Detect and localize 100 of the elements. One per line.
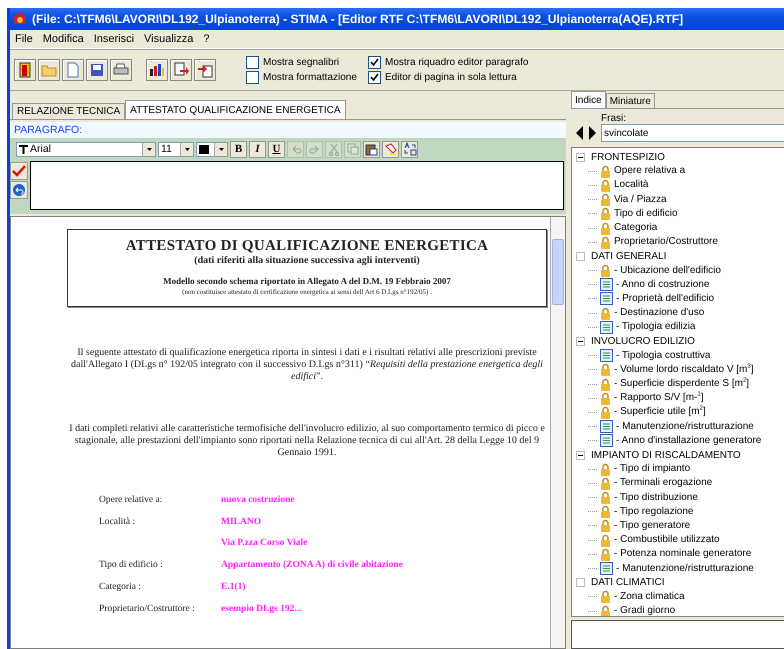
tree-item[interactable]: Proprietario/Costruttore — [576, 235, 784, 250]
tree-item[interactable]: Categoria — [576, 220, 784, 236]
menu-item[interactable]: File — [10, 33, 38, 45]
printer-icon — [113, 63, 129, 77]
tree-item[interactable]: - Proprietà dell'edificio — [576, 292, 784, 306]
tree-group[interactable]: IMPIANTO DI RISCALDAMENTO — [576, 448, 784, 462]
document-arrow-icon — [197, 62, 213, 78]
checkbox[interactable]: Mostra riquadro editor paragrafo — [368, 56, 528, 69]
tree-item[interactable]: - Gradi giorno — [576, 604, 784, 616]
tree-item[interactable]: - Tipologia edilizia — [576, 320, 784, 334]
tab[interactable]: Miniature — [606, 93, 655, 108]
dropdown-arrow-icon — [184, 148, 190, 150]
font-select[interactable]: Arial — [16, 142, 156, 156]
scissors-icon — [328, 142, 338, 156]
text-document-icon — [600, 278, 613, 292]
checkbox[interactable]: Mostra formattazione — [246, 71, 357, 84]
phrases-field[interactable]: svincolate — [601, 124, 784, 142]
document-subtitle: (dati riferiti alla situazione successiva agli interventi) — [193, 255, 421, 266]
style-button[interactable]: I — [249, 140, 266, 158]
format-button[interactable] — [382, 140, 399, 158]
tree-item[interactable]: - Potenza nominale generatore — [576, 547, 784, 562]
confirm-button[interactable] — [10, 162, 28, 180]
tree-item[interactable]: - Manutenzione/ristrutturazione — [576, 561, 784, 576]
tab[interactable]: Indice — [571, 91, 606, 108]
tree-item[interactable]: - Manutenzione/ristrutturazione — [576, 420, 784, 434]
tree-item[interactable]: - Tipo generatore — [576, 518, 784, 534]
color-select[interactable] — [196, 142, 228, 156]
field-label: Proprietario/Costruttore : — [99, 604, 196, 614]
menu-item[interactable]: Modifica — [38, 33, 89, 45]
tree-item[interactable]: - Zona climatica — [576, 590, 784, 604]
text-document-icon — [600, 349, 613, 362]
menu-item[interactable]: ? — [198, 33, 214, 45]
padlock-icon — [600, 264, 611, 278]
tree-item[interactable]: - Combustibile utilizzato — [576, 533, 784, 548]
padlock-icon — [600, 236, 611, 249]
checkbox[interactable]: Editor di pagina in sola lettura — [368, 71, 517, 84]
padlock-icon — [600, 534, 611, 547]
padlock-icon — [600, 505, 611, 518]
tree-group[interactable]: INVOLUCRO EDILIZIO — [576, 334, 784, 349]
style-button[interactable]: U — [268, 140, 285, 158]
paragraph: I dati completi relativi alle caratteristiche termofisiche dell'involucro edilizio, al suo comportamento termico di picco e stagionale, alle prestazioni dell'impianto sono riportati nella Relazione tecnica di cui all'Art. 28 della Legge 10 del 9 Gennaio 1991. — [68, 423, 546, 459]
tree-item[interactable]: Opere relativa a — [576, 164, 784, 178]
tree-item[interactable]: - Ubicazione dell'edificio — [576, 264, 784, 278]
tree-item[interactable]: - Anno di costruzione — [576, 278, 784, 292]
padlock-icon — [600, 491, 611, 504]
scrollbar[interactable] — [550, 217, 565, 648]
clipboard-icon — [365, 142, 378, 156]
style-button[interactable]: B — [230, 140, 247, 158]
dropdown-arrow-icon — [146, 148, 152, 150]
tree-item[interactable]: - Tipologia costruttiva — [576, 348, 784, 363]
tree-item[interactable]: Località — [576, 178, 784, 193]
undo-button[interactable] — [10, 181, 28, 199]
padlock-icon — [600, 306, 611, 320]
tree-item[interactable]: - Tipo di impianto — [576, 462, 784, 476]
field-label: Categoria : — [99, 582, 142, 592]
tree-item[interactable]: Tipo di edificio — [576, 206, 784, 221]
tree-item[interactable]: - Rapporto S/V [m-$^{1}$] — [576, 391, 784, 406]
menu-item[interactable]: Inserisci — [88, 33, 140, 45]
tree-item[interactable]: - Superficie disperdente S [m$^{2}$] — [576, 377, 784, 392]
tree-group[interactable]: FRONTESPIZIO — [576, 150, 784, 164]
model-note: Modello secondo schema riportato in Allegato A del D.M. 19 Febbraio 2007 — [162, 276, 452, 286]
tree-item[interactable]: - Tipo distribuzione — [576, 490, 784, 505]
padlock-icon — [600, 462, 611, 476]
field-label: Località : — [99, 517, 136, 529]
tree-item[interactable]: - Superficie utile [m$^{2}$] — [576, 405, 784, 420]
toolbar-button[interactable] — [86, 59, 108, 81]
text-document-icon — [600, 320, 613, 334]
format-button[interactable] — [401, 140, 418, 158]
tree-group[interactable]: DATI CLIMATICI — [576, 576, 784, 590]
tab[interactable]: ATTESTATO QUALIFICAZIONE ENERGETICA — [125, 100, 346, 119]
field-value: nuova costruzione — [221, 495, 296, 505]
padlock-icon — [600, 378, 611, 391]
highlighter-icon — [384, 142, 397, 156]
left-arrow-icon — [574, 125, 584, 141]
toolbar-button[interactable] — [146, 59, 168, 81]
toolbar-button[interactable] — [14, 59, 36, 81]
toolbar-button[interactable] — [170, 59, 192, 81]
paragraph-editor[interactable] — [30, 161, 564, 210]
tree-item[interactable]: - Terminali erogazione — [576, 476, 784, 490]
next-button[interactable] — [586, 124, 598, 142]
toolbar-button[interactable] — [194, 59, 216, 81]
tab[interactable]: RELAZIONE TECNICA — [12, 103, 126, 119]
size-select[interactable]: 11 — [158, 142, 194, 156]
format-button[interactable] — [363, 140, 380, 158]
padlock-icon — [600, 193, 611, 206]
paragraph: Il seguente attestato di qualificazione energetica riporta in sintesi i dati e i risultati relativi alle prescrizioni previste dall'Allegato I (DLgs n° 192/05 integrato con il successivo D.Lgs n°311) “Requisiti della prestazione energetica degli edifici”. — [70, 347, 544, 383]
tree-item[interactable]: Via / Piazza — [576, 192, 784, 207]
copy-icon — [346, 143, 358, 155]
tree-group[interactable]: DATI GENERALI — [576, 249, 784, 264]
tree-item[interactable]: - Volume lordo riscaldato V [m$^{3}$] — [576, 362, 784, 377]
toolbar-button[interactable] — [110, 59, 132, 81]
window-title: (File: C:\TFM6\LAVORI\DL192_Ulpianoterra) - STIMA - [Editor RTF C:\TFM6\LAVORI\DL192_Ulpianoterra(AQE).RTF] — [32, 12, 684, 26]
field-label: Opere relative a: — [99, 495, 164, 505]
tree-item[interactable]: - Destinazione d'uso — [576, 306, 784, 320]
tree-item[interactable]: - Tipo regolazione — [576, 504, 784, 519]
tree-item[interactable]: - Anno d'installazione generatore — [576, 434, 784, 448]
menu-item[interactable]: Visualizza — [139, 33, 198, 45]
checkbox[interactable]: Mostra segnalibri — [246, 56, 340, 69]
document-icon — [67, 62, 79, 78]
redo-icon — [308, 144, 320, 154]
